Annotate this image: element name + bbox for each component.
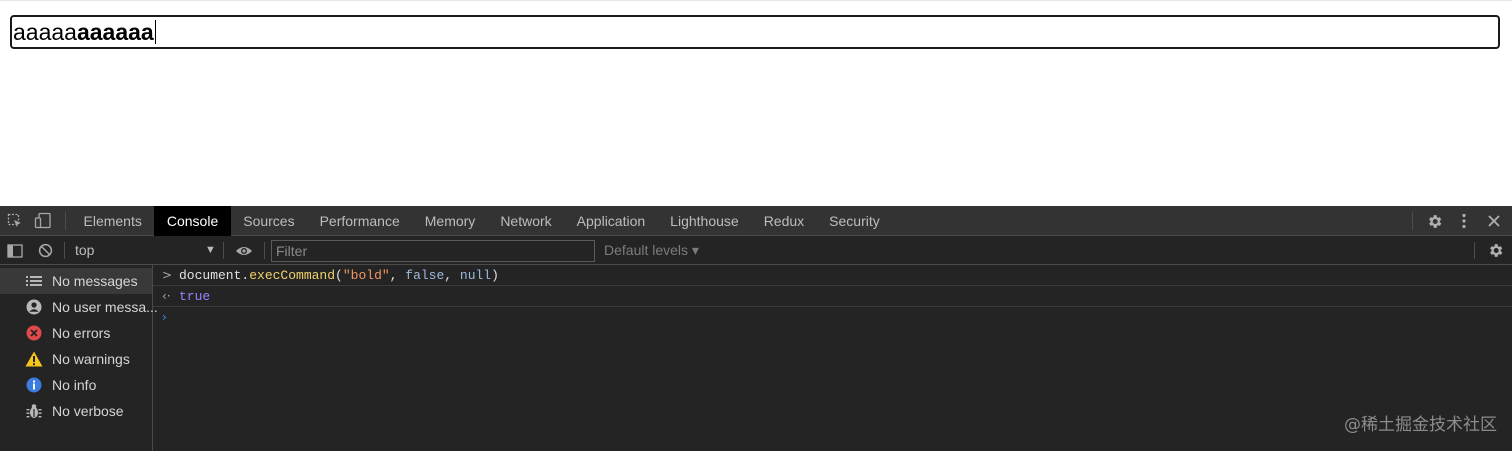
tab-elements[interactable]: Elements <box>71 206 154 236</box>
sidebar-item-label: No messages <box>52 273 138 289</box>
tab-network[interactable]: Network <box>488 206 564 236</box>
command-arg-null: null <box>459 268 492 283</box>
sidebar-item-errors[interactable]: No errors <box>0 320 152 346</box>
toolbar-divider <box>1412 212 1413 230</box>
inspect-element-icon[interactable] <box>4 206 26 236</box>
editor-bold-text: aaaaaa <box>76 19 154 45</box>
sidebar-item-label: No info <box>52 377 97 393</box>
sidebar-item-label: No verbose <box>52 403 124 419</box>
list-icon <box>25 272 43 290</box>
info-icon <box>25 376 43 394</box>
close-devtools-icon[interactable] <box>1485 206 1503 236</box>
tab-application[interactable]: Application <box>564 206 658 236</box>
devtools-tab-bar: Elements Console Sources Performance Mem… <box>0 206 1512 236</box>
user-icon <box>25 298 43 316</box>
result-prompt-chevron: ‹· <box>162 289 171 303</box>
tab-memory[interactable]: Memory <box>412 206 488 236</box>
sidebar-item-messages[interactable]: No messages <box>0 268 152 294</box>
sidebar-item-warnings[interactable]: No warnings <box>0 346 152 372</box>
contenteditable-editor[interactable]: aaaaaaaaaaa <box>10 15 1500 49</box>
result-value: true <box>179 289 211 304</box>
empty-prompt-chevron: › <box>162 310 167 324</box>
settings-gear-icon[interactable] <box>1423 206 1445 236</box>
context-selector[interactable]: top <box>75 236 94 265</box>
command-separator: , <box>444 268 460 283</box>
context-dropdown-arrow-icon[interactable]: ▼ <box>205 236 216 265</box>
devtools-panel: Elements Console Sources Performance Mem… <box>0 206 1512 451</box>
tab-security[interactable]: Security <box>817 206 893 236</box>
toggle-sidebar-icon[interactable] <box>5 236 25 265</box>
log-levels-dropdown[interactable]: Default levels ▾ <box>604 236 699 265</box>
sidebar-item-label: No errors <box>52 325 111 341</box>
tab-redux[interactable]: Redux <box>751 206 816 236</box>
clear-console-icon[interactable] <box>35 236 55 265</box>
console-filter-input[interactable] <box>271 240 595 262</box>
console-prompt-line[interactable]: › <box>153 307 1512 328</box>
input-prompt-chevron: > <box>162 268 173 282</box>
command-paren-close: ) <box>491 268 499 283</box>
sidebar-item-info[interactable]: No info <box>0 372 152 398</box>
sidebar-item-label: No user messa... <box>52 299 158 315</box>
console-input-line: > document.execCommand("bold", false, nu… <box>153 265 1512 286</box>
sidebar-item-verbose[interactable]: No verbose <box>0 398 152 424</box>
console-command[interactable]: document.execCommand("bold", false, null… <box>179 265 499 286</box>
tab-console[interactable]: Console <box>154 206 231 236</box>
error-icon <box>25 324 43 342</box>
toolbar-divider <box>223 242 224 259</box>
command-arg-string: "bold" <box>342 268 390 283</box>
editor-plain-text: aaaaa <box>13 19 77 45</box>
console-output[interactable]: > document.execCommand("bold", false, nu… <box>153 265 1512 451</box>
sidebar-item-label: No warnings <box>52 351 130 367</box>
tab-performance[interactable]: Performance <box>307 206 412 236</box>
command-separator: , <box>389 268 406 283</box>
device-toolbar-icon[interactable] <box>32 206 54 236</box>
watermark: @稀土掘金技术社区 <box>1344 415 1497 435</box>
console-result-line: ‹· true <box>153 286 1512 307</box>
command-method: execCommand <box>249 268 336 283</box>
console-filter-bar: top ▼ Default levels ▾ <box>0 236 1512 265</box>
live-expression-eye-icon[interactable] <box>233 236 255 265</box>
toolbar-divider <box>64 242 65 259</box>
toolbar-divider <box>1474 242 1475 259</box>
command-object: document. <box>179 268 250 283</box>
command-paren-open: ( <box>335 268 343 283</box>
tab-sources[interactable]: Sources <box>231 206 307 236</box>
toolbar-divider <box>65 212 66 230</box>
toolbar-divider <box>264 242 265 259</box>
text-caret <box>154 20 156 44</box>
devtools-tabs: Elements Console Sources Performance Mem… <box>71 206 892 236</box>
tab-lighthouse[interactable]: Lighthouse <box>658 206 752 236</box>
bug-icon <box>25 402 43 420</box>
command-arg-false: false <box>405 268 445 283</box>
web-page: aaaaaaaaaaa <box>0 0 1512 206</box>
more-options-icon[interactable] <box>1455 206 1473 236</box>
sidebar-item-user-messages[interactable]: No user messa... <box>0 294 158 320</box>
console-settings-gear-icon[interactable] <box>1484 236 1506 265</box>
warning-icon <box>25 350 43 368</box>
console-sidebar: No messages No user messa... No errors N… <box>0 265 158 451</box>
